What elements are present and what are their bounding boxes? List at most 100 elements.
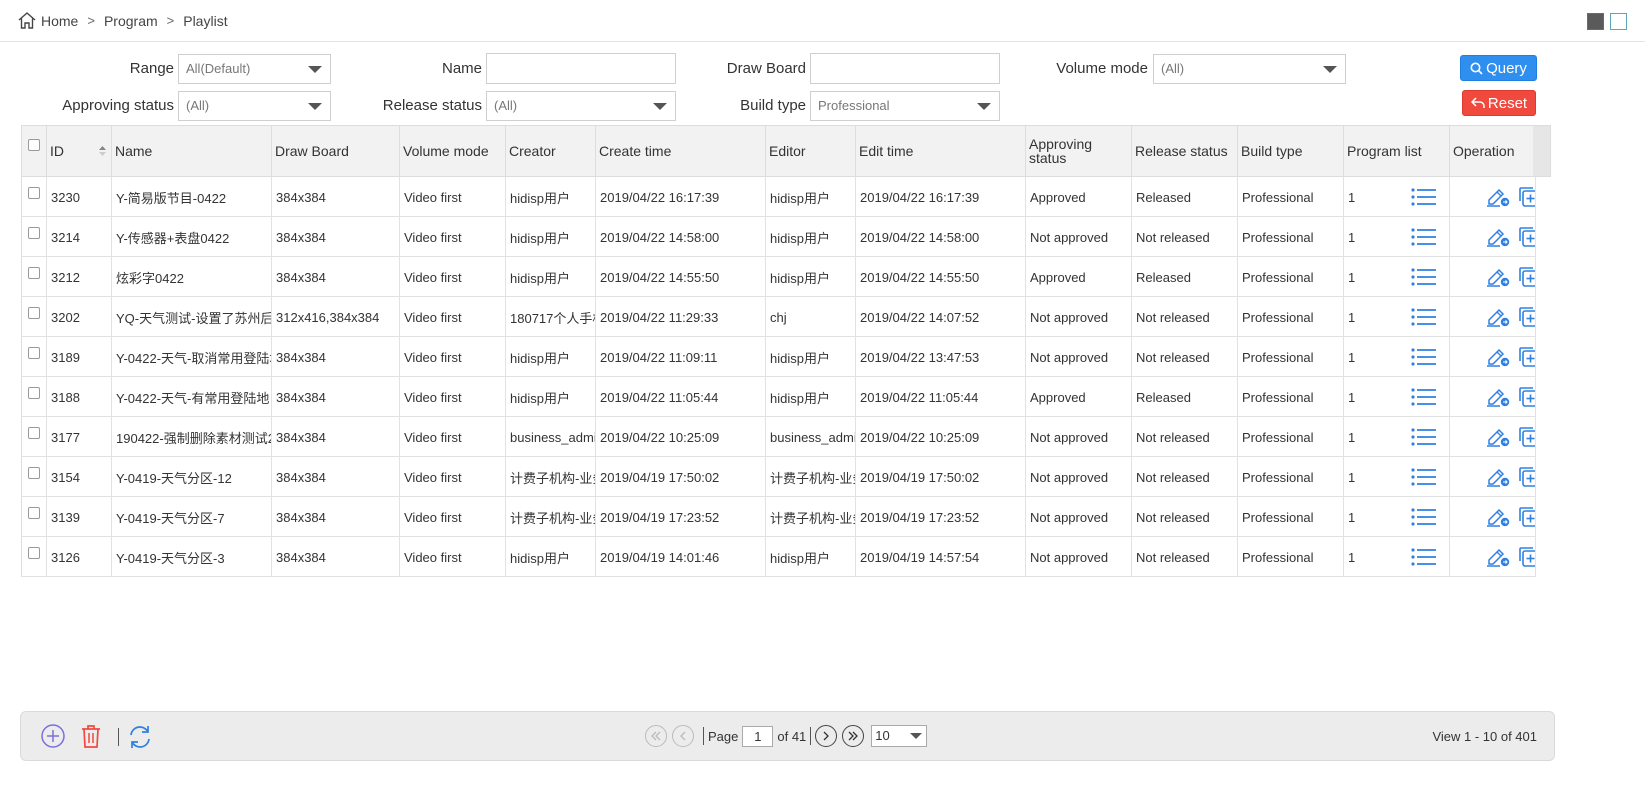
table-row[interactable]: 3189 Y-0422-天气-取消常用登陆地 384x384 Video first h… — [21, 337, 1536, 377]
edit-icon[interactable] — [1486, 546, 1510, 568]
list-icon[interactable] — [1411, 348, 1437, 366]
table-row[interactable]: 3126 Y-0419-天气分区-3 384x384 Video first hidis… — [21, 537, 1536, 577]
list-icon[interactable] — [1411, 468, 1437, 486]
edit-icon[interactable] — [1486, 306, 1510, 328]
list-icon[interactable] — [1411, 268, 1437, 286]
table-row[interactable]: 3139 Y-0419-天气分区-7 384x384 Video first 计费子机构… — [21, 497, 1536, 537]
prev-page-button[interactable] — [672, 725, 694, 747]
list-icon[interactable] — [1411, 508, 1437, 526]
release-status-select[interactable]: (All) — [486, 91, 676, 121]
row-checkbox[interactable] — [28, 267, 40, 279]
last-page-button[interactable] — [842, 725, 865, 747]
drawboard-input[interactable] — [810, 53, 1000, 84]
cell-release-text: Released — [1136, 389, 1191, 405]
first-page-button[interactable] — [645, 725, 667, 747]
list-icon[interactable] — [1411, 228, 1437, 246]
list-icon[interactable] — [1411, 428, 1437, 446]
cell-volume-text: Video first — [404, 229, 462, 245]
table-header: ID Name Draw Board Volume mode Creator C… — [21, 125, 1551, 177]
table-row[interactable]: 3212 炫彩字0422 384x384 Video first hidisp用户 201… — [21, 257, 1536, 297]
breadcrumb-program[interactable]: Program — [104, 13, 158, 29]
edit-icon[interactable] — [1486, 466, 1510, 488]
row-checkbox[interactable] — [28, 427, 40, 439]
copy-icon[interactable] — [1518, 226, 1536, 248]
header-build-type[interactable]: Build type — [1238, 126, 1344, 176]
header-id[interactable]: ID — [47, 126, 112, 176]
list-icon[interactable] — [1411, 388, 1437, 406]
row-checkbox[interactable] — [28, 547, 40, 559]
query-button[interactable]: Query — [1460, 55, 1537, 81]
row-checkbox[interactable] — [28, 347, 40, 359]
table-row[interactable]: 3177 190422-强制删除素材测试2 384x384 Video first bu… — [21, 417, 1536, 457]
header-drawboard[interactable]: Draw Board — [272, 126, 400, 176]
reset-button[interactable]: Reset — [1462, 90, 1536, 116]
row-checkbox[interactable] — [28, 227, 40, 239]
table-row[interactable]: 3154 Y-0419-天气分区-12 384x384 Video first 计费子机… — [21, 457, 1536, 497]
cell-creator-text: hidisp用户 — [510, 550, 570, 566]
delete-icon[interactable] — [79, 723, 103, 749]
copy-icon[interactable] — [1518, 266, 1536, 288]
cell-volume-text: Video first — [404, 549, 462, 565]
edit-icon[interactable] — [1486, 506, 1510, 528]
add-icon[interactable] — [40, 723, 66, 749]
copy-icon[interactable] — [1518, 466, 1536, 488]
header-edit-time[interactable]: Edit time — [856, 126, 1026, 176]
select-all-checkbox[interactable] — [28, 139, 40, 151]
header-approving-status[interactable]: Approving status — [1026, 126, 1132, 176]
table-row[interactable]: 3188 Y-0422-天气-有常用登陆地 384x384 Video first hi… — [21, 377, 1536, 417]
header-volume-mode[interactable]: Volume mode — [400, 126, 506, 176]
header-name[interactable]: Name — [112, 126, 272, 176]
view-light-button[interactable] — [1610, 13, 1627, 30]
sort-icon[interactable] — [98, 145, 107, 157]
copy-icon[interactable] — [1518, 546, 1536, 568]
pager-divider — [810, 727, 812, 745]
approving-status-select[interactable]: (All) — [178, 91, 331, 121]
copy-icon[interactable] — [1518, 306, 1536, 328]
table-row[interactable]: 3230 Y-简易版节目-0422 384x384 Video first hidisp… — [21, 177, 1536, 217]
page-size-select[interactable]: 10 — [871, 725, 928, 747]
cell-etime: 2019/04/19 17:23:52 — [856, 497, 1026, 537]
edit-icon[interactable] — [1486, 186, 1510, 208]
cell-volume: Video first — [400, 177, 506, 217]
row-checkbox[interactable] — [28, 307, 40, 319]
cell-name-text: Y-传感器+表盘0422 — [116, 230, 230, 246]
edit-icon[interactable] — [1486, 226, 1510, 248]
page-input[interactable]: 1 — [742, 725, 774, 747]
cell-creator: hidisp用户 — [506, 377, 596, 417]
breadcrumb-home[interactable]: Home — [41, 13, 78, 29]
name-label: Name — [441, 60, 482, 77]
row-checkbox[interactable] — [28, 387, 40, 399]
copy-icon[interactable] — [1518, 426, 1536, 448]
copy-icon[interactable] — [1518, 186, 1536, 208]
cell-name-text: Y-0422-天气-有常用登陆地 — [116, 390, 270, 406]
view-dark-button[interactable] — [1587, 13, 1604, 30]
copy-icon[interactable] — [1518, 506, 1536, 528]
header-editor[interactable]: Editor — [766, 126, 856, 176]
build-type-select[interactable]: Professional — [810, 91, 1000, 121]
row-checkbox[interactable] — [28, 507, 40, 519]
table-row[interactable]: 3202 YQ-天气测试-设置了苏州后 312x416,384x384 Video f… — [21, 297, 1536, 337]
home-icon[interactable] — [18, 12, 36, 29]
list-icon[interactable] — [1411, 308, 1437, 326]
header-create-time[interactable]: Create time — [596, 126, 766, 176]
table-row[interactable]: 3214 Y-传感器+表盘0422 384x384 Video first hidisp… — [21, 217, 1536, 257]
cell-editor: chj — [766, 297, 856, 337]
cell-name: Y-0419-天气分区-12 — [112, 457, 272, 497]
header-release-status[interactable]: Release status — [1132, 126, 1238, 176]
name-input[interactable] — [486, 53, 676, 84]
edit-icon[interactable] — [1486, 386, 1510, 408]
list-icon[interactable] — [1411, 188, 1437, 206]
header-creator[interactable]: Creator — [506, 126, 596, 176]
copy-icon[interactable] — [1518, 386, 1536, 408]
copy-icon[interactable] — [1518, 346, 1536, 368]
list-icon[interactable] — [1411, 548, 1437, 566]
refresh-icon[interactable] — [126, 723, 154, 751]
edit-icon[interactable] — [1486, 346, 1510, 368]
row-checkbox[interactable] — [28, 187, 40, 199]
edit-icon[interactable] — [1486, 426, 1510, 448]
volume-mode-select[interactable]: (All) — [1153, 54, 1346, 84]
next-page-button[interactable] — [815, 725, 838, 747]
row-checkbox[interactable] — [28, 467, 40, 479]
range-select[interactable]: All(Default) — [178, 54, 331, 84]
edit-icon[interactable] — [1486, 266, 1510, 288]
